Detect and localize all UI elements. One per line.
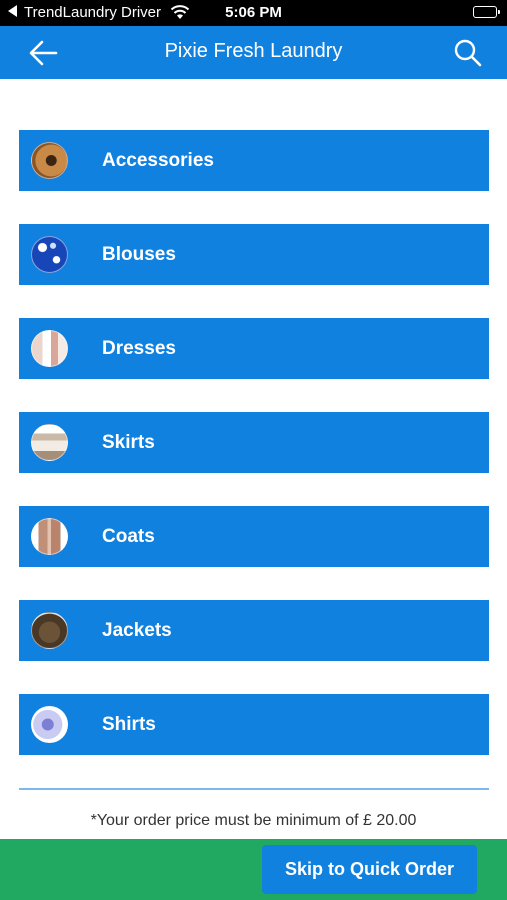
search-button[interactable] — [451, 36, 485, 70]
status-time: 5:06 PM — [225, 4, 282, 21]
skirts-thumbnail — [31, 424, 68, 461]
battery-icon — [473, 6, 500, 18]
divider — [19, 788, 489, 790]
shirts-thumbnail — [31, 706, 68, 743]
minimum-order-note: *Your order price must be minimum of £ 2… — [90, 812, 417, 829]
category-item-blouses[interactable]: Blouses — [19, 224, 489, 285]
category-label: Coats — [102, 526, 155, 547]
category-label: Accessories — [102, 150, 214, 171]
category-item-shirts[interactable]: Shirts — [19, 694, 489, 755]
category-item-coats[interactable]: Coats — [19, 506, 489, 567]
category-item-skirts[interactable]: Skirts — [19, 412, 489, 473]
category-list: Accessories Blouses Dresses Skirts Coats… — [19, 130, 489, 788]
back-button[interactable] — [22, 36, 66, 70]
category-item-dresses[interactable]: Dresses — [19, 318, 489, 379]
bottom-bar: Skip to Quick Order — [0, 839, 507, 900]
app-header: Pixie Fresh Laundry — [0, 26, 507, 79]
search-icon — [454, 39, 482, 67]
coats-thumbnail — [31, 518, 68, 555]
category-label: Blouses — [102, 244, 176, 265]
category-item-accessories[interactable]: Accessories — [19, 130, 489, 191]
jackets-thumbnail — [31, 612, 68, 649]
arrow-left-icon — [29, 40, 58, 66]
category-label: Dresses — [102, 338, 176, 359]
status-bar: TrendLaundry Driver 5:06 PM — [0, 0, 507, 26]
dresses-thumbnail — [31, 330, 68, 367]
category-label: Skirts — [102, 432, 155, 453]
category-label: Shirts — [102, 714, 156, 735]
accessories-thumbnail — [31, 142, 68, 179]
page-title: Pixie Fresh Laundry — [164, 40, 343, 62]
blouses-thumbnail — [31, 236, 68, 273]
category-label: Jackets — [102, 620, 172, 641]
skip-to-quick-order-button[interactable]: Skip to Quick Order — [262, 845, 477, 894]
category-item-jackets[interactable]: Jackets — [19, 600, 489, 661]
